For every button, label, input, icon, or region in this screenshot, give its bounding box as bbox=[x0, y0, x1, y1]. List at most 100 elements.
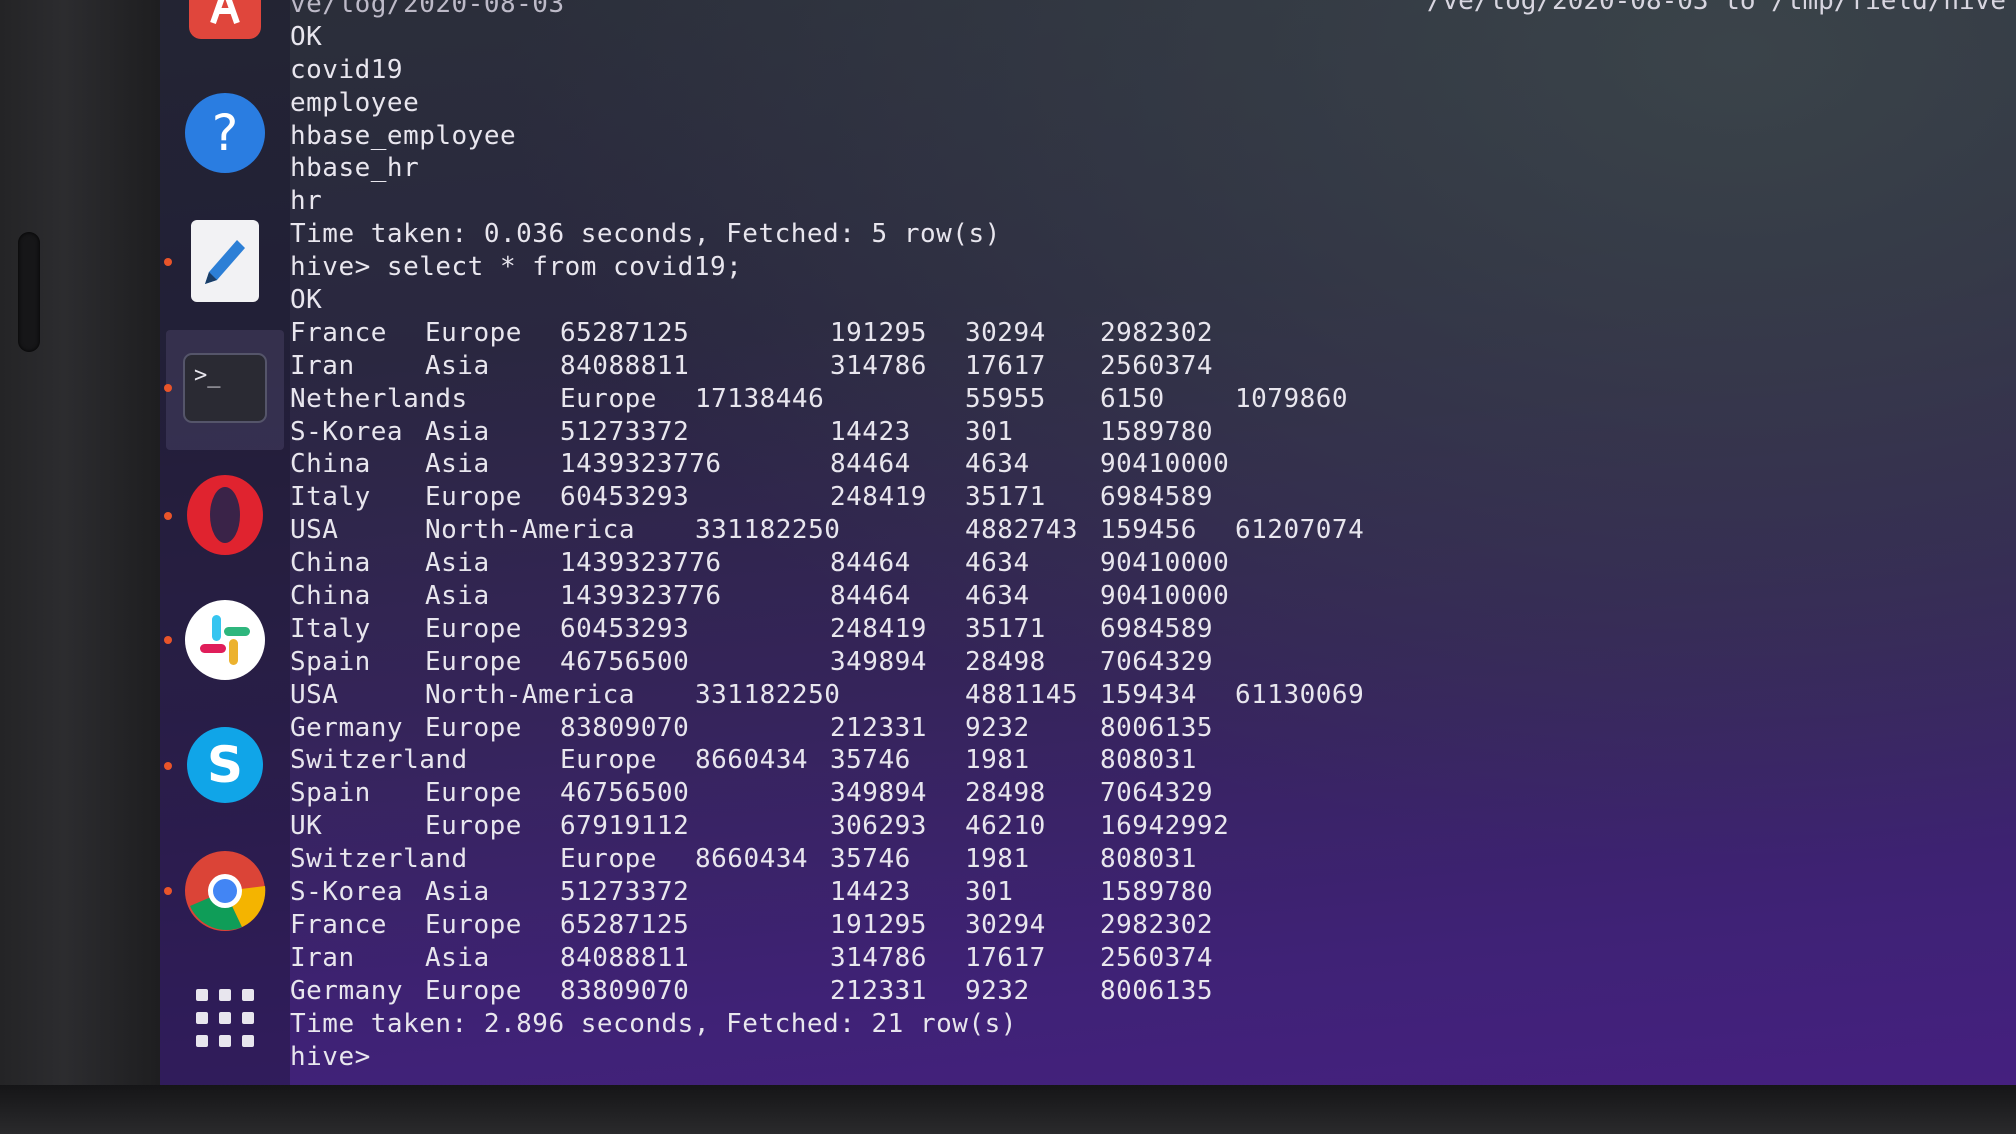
table-cell: 90410000 bbox=[1100, 449, 1230, 480]
text-editor-icon bbox=[191, 220, 259, 302]
table-cell: 65287125 bbox=[560, 317, 690, 348]
table-cell: Europe bbox=[560, 745, 657, 776]
table-cell: 16942992 bbox=[1100, 811, 1230, 842]
table-cell: Asia bbox=[425, 416, 490, 447]
chrome-launcher[interactable] bbox=[182, 848, 268, 934]
table-cell: 84464 bbox=[830, 581, 911, 612]
table-cell: 83809070 bbox=[560, 975, 690, 1006]
table-cell: 1439323776 bbox=[560, 449, 722, 480]
table-cell: Italy bbox=[290, 613, 371, 644]
table-cell: 314786 bbox=[830, 942, 927, 973]
table-cell: 306293 bbox=[830, 811, 927, 842]
table-cell: 2560374 bbox=[1100, 350, 1214, 381]
table-cell: 46210 bbox=[965, 811, 1046, 842]
table-row: USA North-America 331182250 4882743 159456 61… bbox=[290, 514, 2010, 547]
table-cell: 7064329 bbox=[1100, 646, 1214, 677]
table-cell: 8006135 bbox=[1100, 975, 1214, 1006]
slack-launcher[interactable] bbox=[182, 597, 268, 683]
table-cell: 4881145 bbox=[965, 679, 1079, 710]
table-cell: 9232 bbox=[965, 712, 1030, 743]
table-cell: Germany bbox=[290, 712, 404, 743]
table-cell: 35746 bbox=[830, 844, 911, 875]
table-row: S-Korea Asia 51273372 14423 301 1589780 bbox=[290, 876, 2010, 909]
table-cell: 51273372 bbox=[560, 877, 690, 908]
table-cell: 2982302 bbox=[1100, 317, 1214, 348]
table-cell: Switzerland bbox=[290, 745, 468, 776]
text-editor-launcher[interactable] bbox=[182, 218, 268, 304]
hive-prompt[interactable]: hive> bbox=[290, 1041, 2010, 1074]
table-cell: 9232 bbox=[965, 975, 1030, 1006]
terminal-launcher[interactable]: >_ bbox=[182, 345, 268, 431]
table-cell: USA bbox=[290, 679, 339, 710]
running-indicator bbox=[164, 258, 172, 266]
query-result-table: France Europe 65287125 191295 30294 2982302 Ir… bbox=[290, 317, 2010, 1008]
table-cell: Asia bbox=[425, 449, 490, 480]
table-row: Switzerland Europe 8660434 35746 1981 808031 bbox=[290, 744, 2010, 777]
opera-launcher[interactable] bbox=[182, 472, 268, 558]
table-cell: 8006135 bbox=[1100, 712, 1214, 743]
table-cell: 83809070 bbox=[560, 712, 690, 743]
running-indicator bbox=[164, 384, 172, 392]
table-cell: 67919112 bbox=[560, 811, 690, 842]
table-cell: 6984589 bbox=[1100, 482, 1214, 513]
table-cell: 301 bbox=[965, 877, 1014, 908]
table-cell: UK bbox=[290, 811, 323, 842]
table-cell: 301 bbox=[965, 416, 1014, 447]
table-cell: Europe bbox=[425, 778, 522, 809]
running-indicator bbox=[164, 762, 172, 770]
table-cell: Italy bbox=[290, 482, 371, 513]
table-row: China Asia 1439323776 84464 4634 90410000 bbox=[290, 448, 2010, 481]
table-row: Germany Europe 83809070 212331 9232 8006135 bbox=[290, 712, 2010, 745]
table-cell: 212331 bbox=[830, 975, 927, 1006]
terminal-icon: >_ bbox=[183, 353, 267, 423]
table-cell: 1981 bbox=[965, 745, 1030, 776]
table-row: Iran Asia 84088811 314786 17617 2560374 bbox=[290, 350, 2010, 383]
table-cell: 212331 bbox=[830, 712, 927, 743]
table-cell: France bbox=[290, 317, 387, 348]
table-row: Spain Europe 46756500 349894 28498 7064329 bbox=[290, 646, 2010, 679]
svg-text:?: ? bbox=[212, 104, 239, 162]
table-cell: Iran bbox=[290, 942, 355, 973]
table-cell: 331182250 bbox=[695, 679, 841, 710]
table-row: Spain Europe 46756500 349894 28498 7064329 bbox=[290, 777, 2010, 810]
table-cell: 55955 bbox=[965, 383, 1046, 414]
terminal-line: hr bbox=[290, 186, 323, 217]
laptop-hinge bbox=[18, 232, 40, 352]
svg-text:S: S bbox=[207, 736, 243, 794]
software-center-launcher[interactable] bbox=[182, 0, 268, 46]
skype-icon: S bbox=[187, 727, 263, 803]
table-cell: 30294 bbox=[965, 909, 1046, 940]
show-applications-button[interactable] bbox=[182, 975, 268, 1061]
table-cell: 349894 bbox=[830, 646, 927, 677]
table-row: China Asia 1439323776 84464 4634 90410000 bbox=[290, 580, 2010, 613]
table-cell: 30294 bbox=[965, 317, 1046, 348]
table-cell: Spain bbox=[290, 778, 371, 809]
table-cell: 1981 bbox=[965, 844, 1030, 875]
help-launcher[interactable]: ? bbox=[182, 90, 268, 176]
skype-launcher[interactable]: S bbox=[182, 722, 268, 808]
terminal-line: Time taken: 0.036 seconds, Fetched: 5 ro… bbox=[290, 219, 1001, 250]
terminal-window[interactable]: ve/log/2020-08-03 OK covid19 employee hbase… bbox=[290, 0, 2010, 1078]
running-indicator bbox=[164, 636, 172, 644]
table-cell: 8660434 bbox=[695, 745, 809, 776]
table-cell: Asia bbox=[425, 581, 490, 612]
table-cell: 6150 bbox=[1100, 383, 1165, 414]
table-cell: 7064329 bbox=[1100, 778, 1214, 809]
table-cell: S-Korea bbox=[290, 877, 404, 908]
table-cell: Europe bbox=[425, 712, 522, 743]
terminal-pre-output: OK covid19 employee hbase_employee hbase_hr h… bbox=[290, 21, 2010, 317]
opera-icon bbox=[187, 475, 263, 555]
table-cell: 17617 bbox=[965, 942, 1046, 973]
table-cell: France bbox=[290, 909, 387, 940]
software-center-icon bbox=[189, 0, 261, 39]
table-cell: 1589780 bbox=[1100, 877, 1214, 908]
table-cell: North-America bbox=[425, 679, 635, 710]
table-cell: China bbox=[290, 548, 371, 579]
terminal-line: covid19 bbox=[290, 54, 404, 85]
table-cell: 248419 bbox=[830, 613, 927, 644]
table-cell: Europe bbox=[425, 317, 522, 348]
table-cell: 4882743 bbox=[965, 515, 1079, 546]
table-cell: Asia bbox=[425, 350, 490, 381]
table-cell: Spain bbox=[290, 646, 371, 677]
running-indicator bbox=[164, 887, 172, 895]
